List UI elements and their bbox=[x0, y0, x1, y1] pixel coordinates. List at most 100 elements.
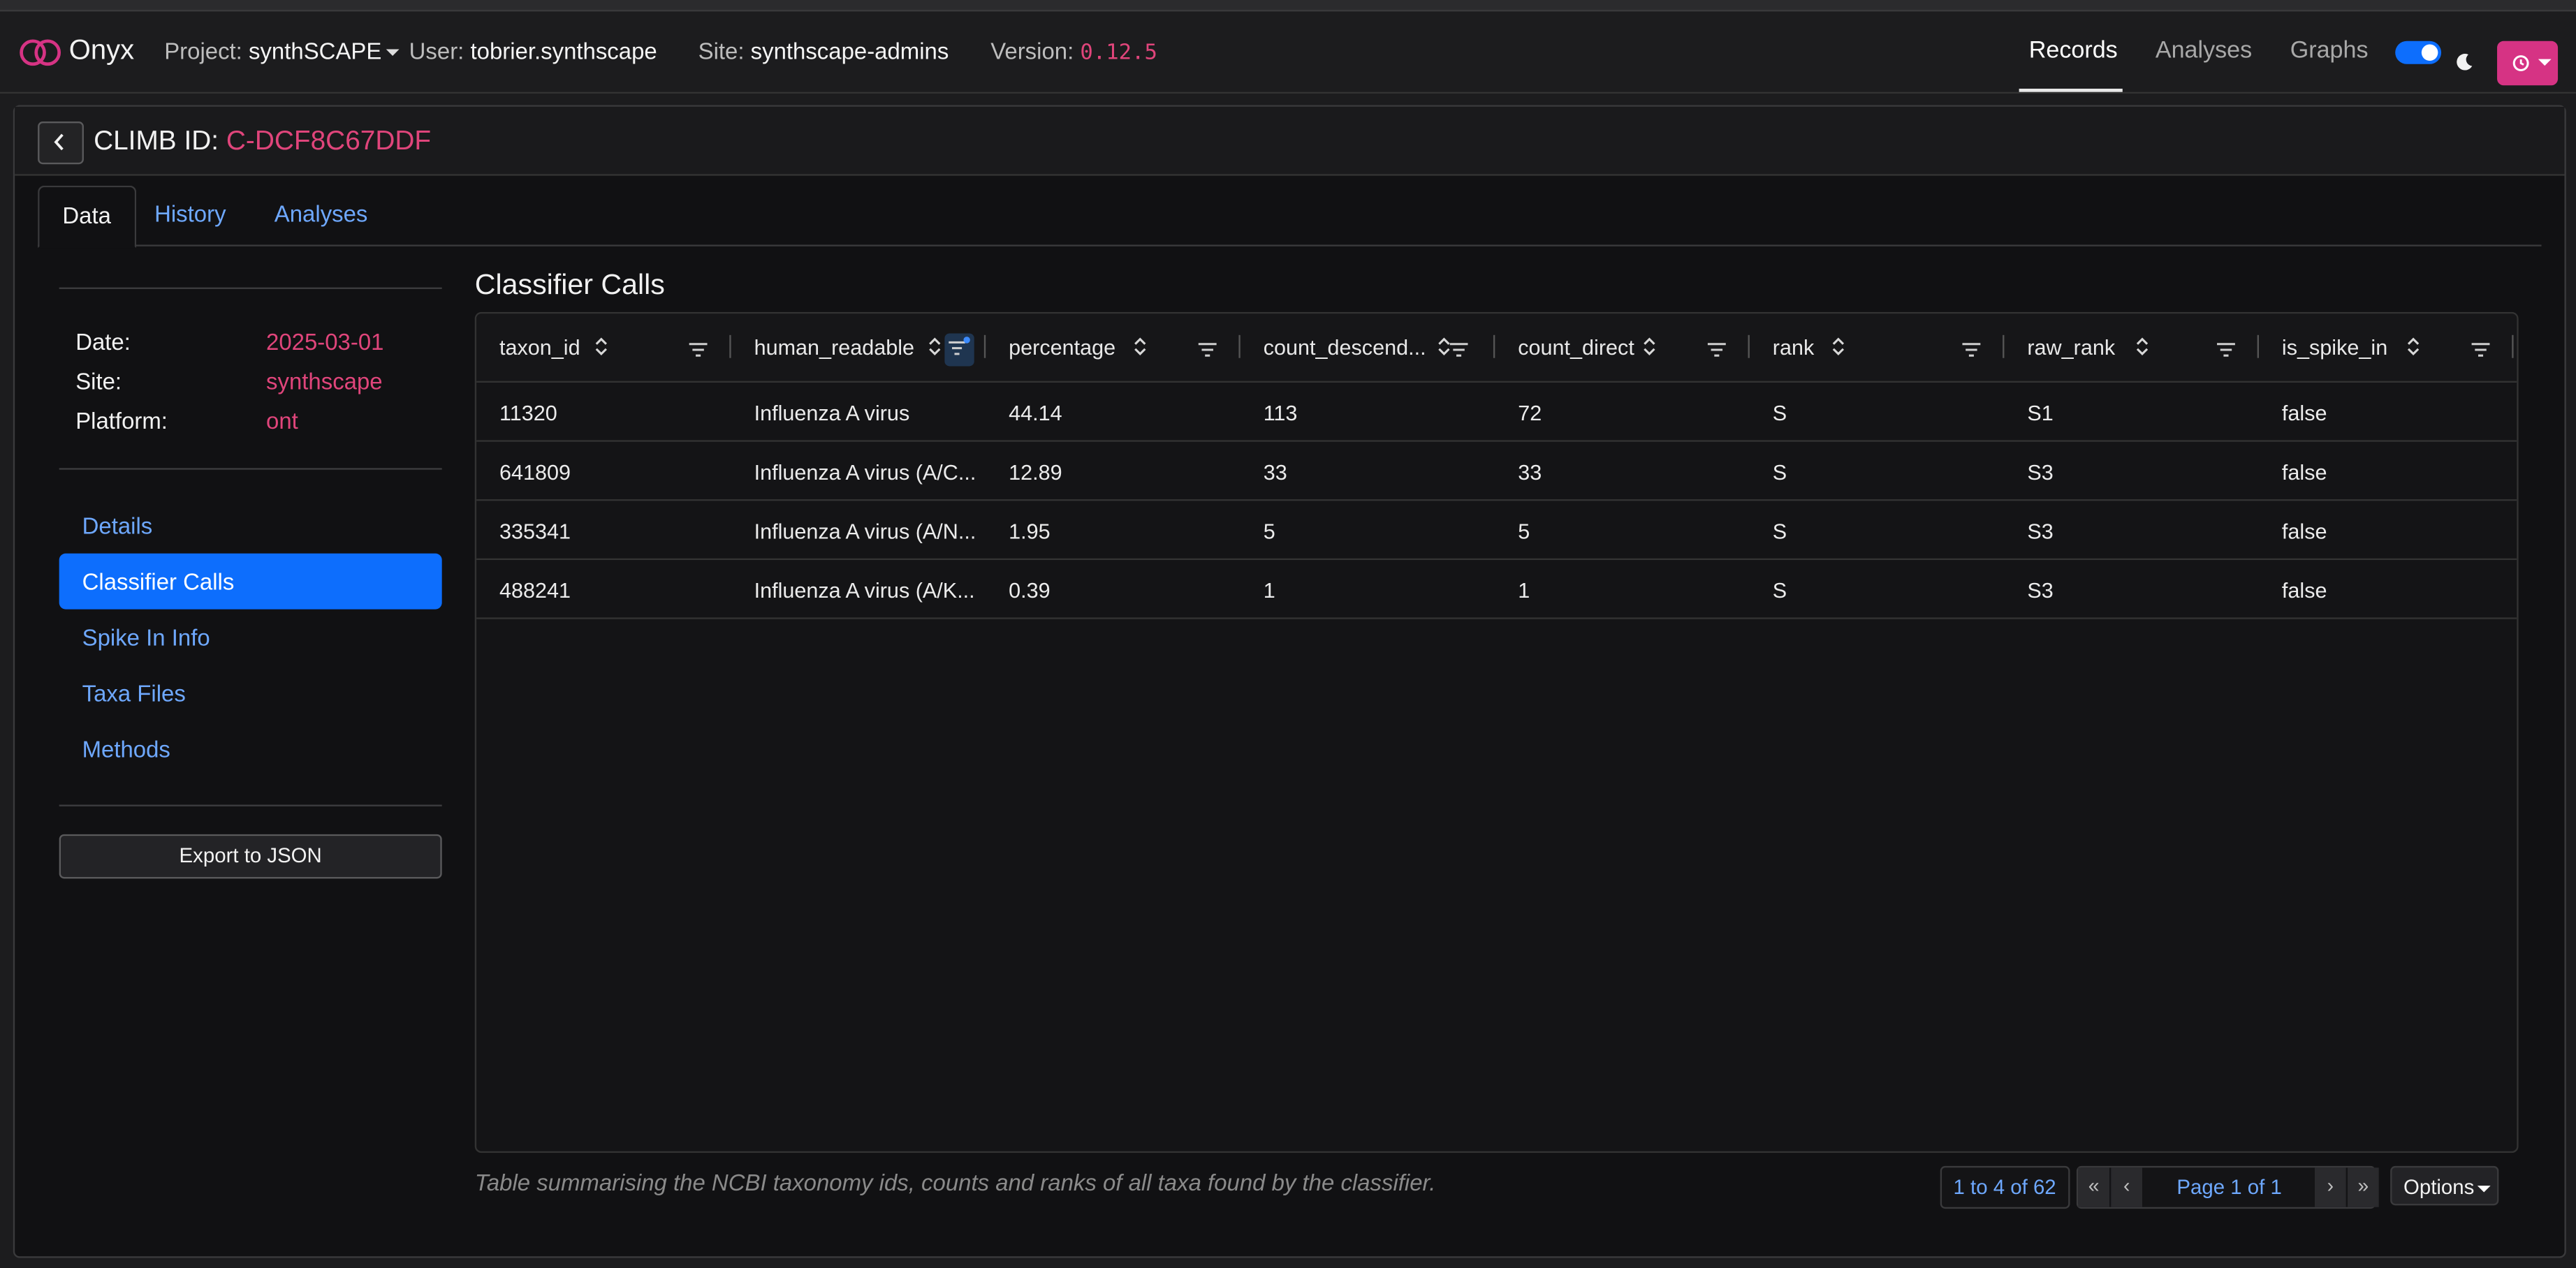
prev-page-button[interactable]: ‹ bbox=[2111, 1167, 2143, 1207]
filter-icon[interactable] bbox=[2216, 337, 2236, 366]
history-icon bbox=[2512, 55, 2529, 71]
sort-icon[interactable] bbox=[1831, 335, 1845, 364]
first-page-button[interactable]: « bbox=[2078, 1167, 2109, 1207]
version-info: Version: 0.12.5 bbox=[990, 38, 1157, 66]
page-indicator: Page 1 of 1 bbox=[2176, 1176, 2282, 1199]
table-cell-human-readable: Influenza A virus (A/C... bbox=[754, 459, 976, 485]
divider bbox=[59, 468, 442, 470]
table-cell-count-descend: 1 bbox=[1263, 577, 1275, 603]
column-header-raw-rank[interactable]: raw_rank bbox=[2004, 314, 2259, 381]
next-page-button[interactable]: › bbox=[2314, 1167, 2346, 1207]
meta-site-label: Site: bbox=[75, 367, 122, 395]
tab-analyses[interactable]: Analyses bbox=[251, 186, 390, 243]
nav-records[interactable]: Records bbox=[2029, 38, 2118, 64]
export-json-button[interactable]: Export to JSON bbox=[59, 834, 442, 879]
sort-icon[interactable] bbox=[1643, 335, 1656, 364]
sidebar-item-methods[interactable]: Methods bbox=[59, 721, 442, 777]
table-cell-count-direct: 72 bbox=[1518, 400, 1542, 426]
table-caption: Table summarising the NCBI taxonomy ids,… bbox=[474, 1169, 1436, 1196]
meta-date-label: Date: bbox=[75, 328, 131, 355]
sidebar-item-classifier-calls[interactable]: Classifier Calls bbox=[59, 553, 442, 610]
tab-data[interactable]: Data bbox=[38, 185, 136, 249]
site-label: Site: bbox=[698, 38, 745, 64]
table-cell-taxon-id: 11320 bbox=[499, 400, 557, 426]
moon-icon bbox=[2457, 54, 2473, 71]
sort-icon[interactable] bbox=[1134, 335, 1147, 364]
sort-icon[interactable] bbox=[928, 335, 942, 364]
column-resize-handle[interactable] bbox=[2512, 334, 2514, 358]
recent-history-button[interactable] bbox=[2497, 40, 2559, 86]
column-header-human-readable[interactable]: human_readable bbox=[731, 314, 986, 381]
column-header-count-descend[interactable]: count_descend... bbox=[1241, 314, 1495, 381]
meta-date-value: 2025-03-01 bbox=[266, 328, 384, 355]
project-selector[interactable]: Project: synthSCAPE bbox=[164, 38, 400, 64]
table-row[interactable]: 335341 Influenza A virus (A/N... 1.95 5 5 S S3… bbox=[476, 501, 2517, 561]
sidebar-item-taxa-files[interactable]: Taxa Files bbox=[59, 665, 442, 721]
chevron-left-icon bbox=[54, 133, 64, 151]
table-cell-percentage: 0.39 bbox=[1009, 577, 1051, 603]
record-card: CLIMB ID: C-DCF8C67DDF Data History Anal… bbox=[13, 105, 2566, 1258]
nav-graphs[interactable]: Graphs bbox=[2290, 38, 2369, 64]
divider bbox=[59, 804, 442, 806]
last-page-button[interactable]: » bbox=[2348, 1167, 2379, 1207]
onyx-logo-icon bbox=[20, 38, 61, 66]
column-header-percentage[interactable]: percentage bbox=[986, 314, 1241, 381]
table-cell-count-direct: 1 bbox=[1518, 577, 1530, 603]
table-cell-rank: S bbox=[1772, 519, 1787, 544]
table-row[interactable]: 11320 Influenza A virus 44.14 113 72 S S1 false bbox=[476, 383, 2517, 442]
filter-icon[interactable] bbox=[2471, 337, 2490, 366]
table-row[interactable]: 641809 Influenza A virus (A/C... 12.89 33 33… bbox=[476, 442, 2517, 501]
column-header-label: human_readable bbox=[754, 334, 915, 360]
column-header-count-direct[interactable]: count_direct bbox=[1495, 314, 1750, 381]
options-dropdown[interactable]: Options bbox=[2390, 1165, 2499, 1206]
app-root: Onyx Project: synthSCAPE User: tobrier.s… bbox=[0, 0, 2576, 1268]
table-cell-percentage: 1.95 bbox=[1009, 519, 1051, 544]
brand-name: Onyx bbox=[68, 34, 135, 66]
user-info: User: tobrier.synthscape bbox=[409, 38, 657, 64]
version-label: Version: bbox=[990, 38, 1074, 64]
table-cell-taxon-id: 488241 bbox=[499, 577, 571, 603]
sort-icon[interactable] bbox=[2407, 335, 2420, 364]
tab-history[interactable]: History bbox=[131, 186, 249, 243]
back-button[interactable] bbox=[38, 121, 84, 165]
column-header-label: raw_rank bbox=[2027, 334, 2116, 360]
table-cell-percentage: 12.89 bbox=[1009, 459, 1062, 485]
filter-icon[interactable] bbox=[1707, 337, 1727, 366]
table-cell-raw-rank: S1 bbox=[2027, 400, 2054, 426]
table-cell-percentage: 44.14 bbox=[1009, 400, 1062, 426]
column-header-rank[interactable]: rank bbox=[1750, 314, 2005, 381]
climb-id-title: CLIMB ID: C-DCF8C67DDF bbox=[94, 126, 431, 158]
pagination-info: 1 to 4 of 62 bbox=[1940, 1165, 2070, 1209]
table-cell-rank: S bbox=[1772, 400, 1787, 426]
table-cell-taxon-id: 641809 bbox=[499, 459, 571, 485]
filter-icon[interactable] bbox=[688, 337, 708, 366]
table-cell-human-readable: Influenza A virus bbox=[754, 400, 910, 426]
active-filter-icon[interactable] bbox=[944, 333, 974, 367]
table-cell-is-spike-in: false bbox=[2281, 459, 2327, 485]
classifier-calls-table: taxon_id human_readable percentage count_de… bbox=[474, 311, 2519, 1153]
site-info: Site: synthscape-admins bbox=[698, 38, 949, 64]
browser-top-edge bbox=[0, 0, 2576, 12]
brand[interactable]: Onyx bbox=[20, 34, 134, 67]
sidebar-item-spike-in-info[interactable]: Spike In Info bbox=[59, 610, 442, 665]
filter-icon[interactable] bbox=[1198, 337, 1217, 366]
column-header-is-spike-in[interactable]: is_spike_in bbox=[2259, 314, 2514, 381]
chevron-down-icon bbox=[2478, 1185, 2491, 1192]
table-cell-count-descend: 113 bbox=[1263, 400, 1298, 426]
filter-icon[interactable] bbox=[1449, 337, 1468, 366]
table-cell-raw-rank: S3 bbox=[2027, 519, 2054, 544]
sort-icon[interactable] bbox=[2136, 335, 2149, 364]
project-label: Project: bbox=[164, 38, 242, 64]
chevron-down-icon bbox=[2538, 59, 2552, 66]
theme-toggle[interactable] bbox=[2395, 40, 2442, 64]
column-header-taxon-id[interactable]: taxon_id bbox=[476, 314, 731, 381]
climb-id-value: C-DCF8C67DDF bbox=[226, 126, 432, 156]
sort-icon[interactable] bbox=[594, 335, 608, 364]
nav-analyses[interactable]: Analyses bbox=[2156, 38, 2252, 64]
table-row[interactable]: 488241 Influenza A virus (A/K... 0.39 1 1 S S3… bbox=[476, 560, 2517, 619]
top-navbar: Onyx Project: synthSCAPE User: tobrier.s… bbox=[0, 11, 2576, 94]
options-label: Options bbox=[2403, 1176, 2475, 1199]
sidebar-item-details[interactable]: Details bbox=[59, 498, 442, 554]
filter-icon[interactable] bbox=[1961, 337, 1981, 366]
column-header-label: rank bbox=[1772, 334, 1815, 360]
